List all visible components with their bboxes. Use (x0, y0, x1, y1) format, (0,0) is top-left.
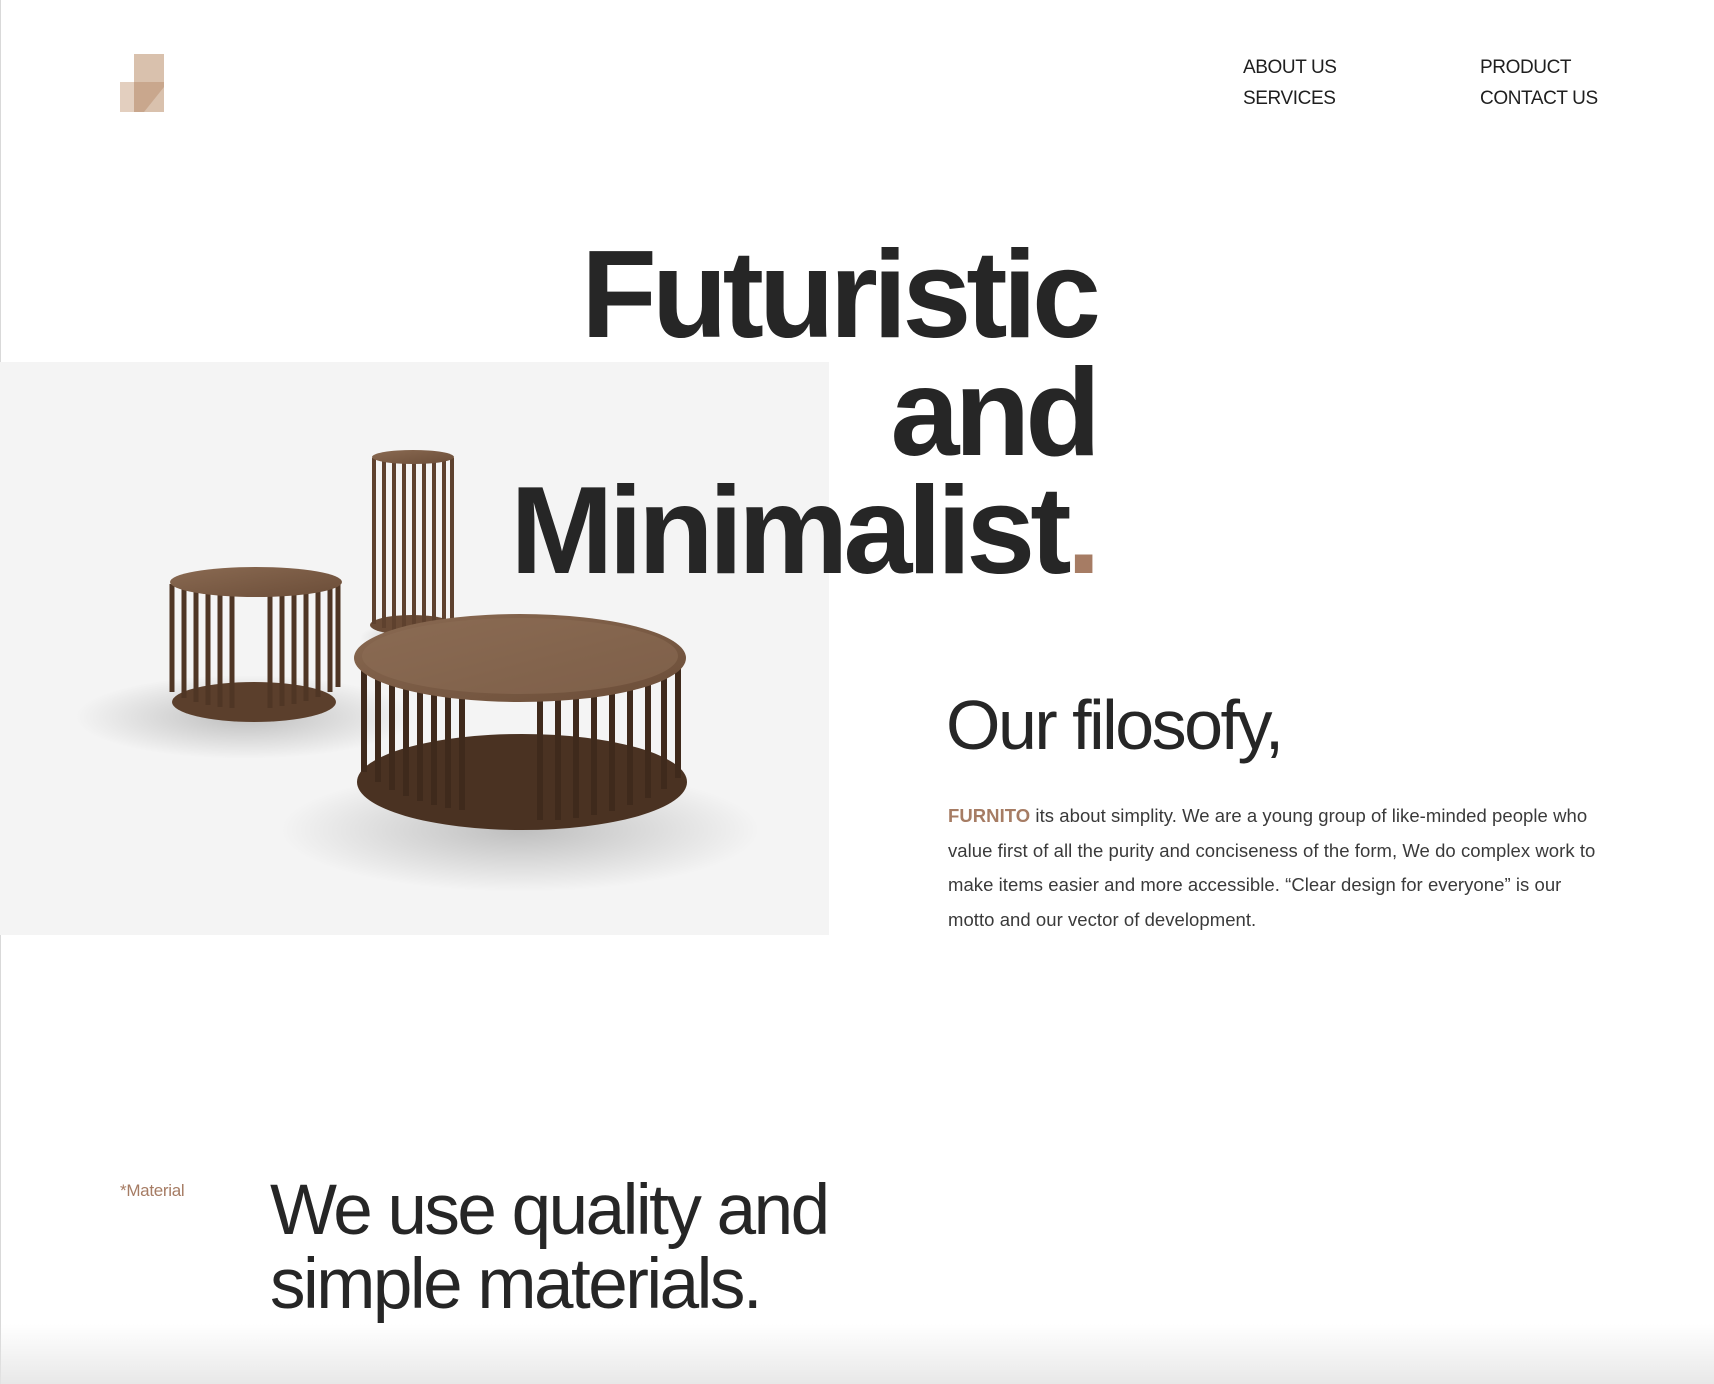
material-tag: *Material (120, 1181, 185, 1200)
headline-line-1: Futuristic (581, 226, 1101, 364)
tall-pedestal-table (370, 450, 454, 635)
nav-about-us[interactable]: ABOUT US (1243, 57, 1337, 79)
material-title: We use quality and simple materials. (270, 1171, 830, 1324)
headline-line-3-text: Minimalist (510, 462, 1071, 600)
headline-line-2: and (890, 344, 1101, 482)
brand-name: FURNITO (948, 805, 1031, 826)
filosofy-paragraph: FURNITO its about simplity. We are a you… (948, 799, 1608, 937)
bottom-fade (0, 1324, 1714, 1384)
folded-square-logo-icon (120, 54, 164, 112)
brand-logo[interactable] (120, 54, 164, 112)
filosofy-body-text: its about simplity. We are a young group… (948, 805, 1596, 930)
nav-product[interactable]: PRODUCT (1480, 57, 1572, 79)
nav-services[interactable]: SERVICES (1243, 88, 1336, 110)
headline-accent-dot: . (1066, 462, 1102, 600)
headline-line-3: Minimalist. (510, 469, 1101, 593)
nav-contact-us[interactable]: CONTACT US (1480, 88, 1598, 110)
filosofy-title: Our filosofy, (946, 686, 1284, 764)
hero-headline: Futuristic and Minimalist. (510, 226, 1101, 593)
